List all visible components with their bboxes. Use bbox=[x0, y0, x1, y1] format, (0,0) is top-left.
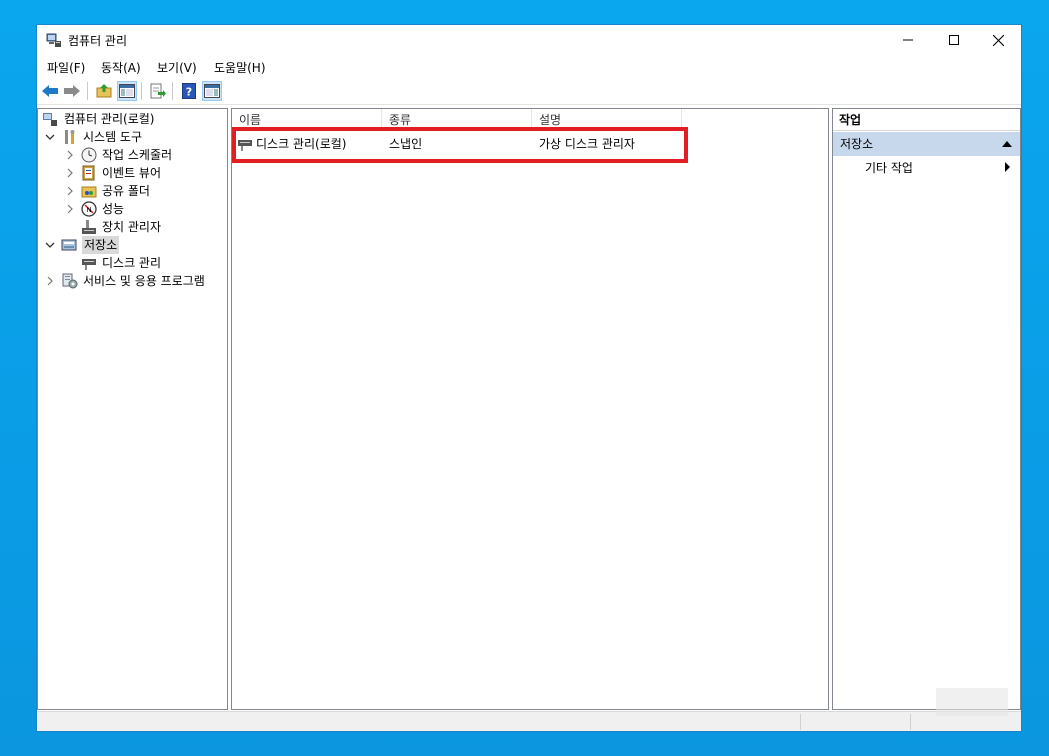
forward-arrow-icon bbox=[64, 85, 80, 97]
status-bar-divider bbox=[910, 714, 911, 730]
tree-item-device-manager[interactable]: 장치 관리자 bbox=[38, 218, 227, 236]
shared-folder-icon bbox=[81, 186, 97, 198]
toolbar-separator bbox=[87, 82, 88, 100]
export-list-icon bbox=[150, 83, 166, 99]
forward-button[interactable] bbox=[62, 81, 82, 101]
services-applications-icon bbox=[62, 273, 78, 289]
red-highlight-annotation bbox=[232, 127, 688, 163]
chevron-right-icon[interactable] bbox=[45, 275, 55, 287]
help-button[interactable]: ? bbox=[179, 81, 199, 101]
action-pane: 작업 저장소 기타 작업 bbox=[832, 108, 1021, 710]
column-header-type[interactable]: 종류 bbox=[382, 109, 532, 128]
action-section-label: 저장소 bbox=[840, 137, 874, 151]
tree-label: 작업 스케줄러 bbox=[102, 148, 173, 162]
tree-item-shared-folders[interactable]: 공유 폴더 bbox=[38, 182, 227, 200]
tree-label: 시스템 도구 bbox=[83, 130, 143, 144]
action-more-actions[interactable]: 기타 작업 bbox=[865, 159, 913, 176]
device-manager-icon bbox=[82, 220, 96, 234]
svg-text:N: N bbox=[86, 206, 91, 214]
tree-item-storage[interactable]: 저장소 bbox=[38, 236, 227, 254]
tree-item-performance[interactable]: N 성능 bbox=[38, 200, 227, 218]
console-tree-pane: 컴퓨터 관리(로컬) 시스템 도구 작업 스케줄러 이벤트 뷰어 공유 폴더 N… bbox=[37, 108, 228, 710]
submenu-arrow-icon[interactable] bbox=[1005, 162, 1010, 172]
window-title: 컴퓨터 관리 bbox=[68, 34, 128, 48]
up-folder-icon bbox=[96, 84, 112, 98]
tree-item-disk-management[interactable]: 디스크 관리 bbox=[38, 254, 227, 272]
close-button[interactable] bbox=[975, 25, 1021, 55]
event-viewer-icon bbox=[82, 165, 95, 181]
chevron-down-icon[interactable] bbox=[45, 131, 55, 143]
column-header-description[interactable]: 설명 bbox=[532, 109, 682, 128]
storage-icon bbox=[61, 239, 77, 251]
collapse-arrow-icon[interactable] bbox=[1002, 141, 1012, 147]
computer-management-icon bbox=[43, 113, 57, 126]
tree-label: 디스크 관리 bbox=[102, 256, 162, 270]
tree-label: 이벤트 뷰어 bbox=[102, 166, 162, 180]
show-action-pane-icon bbox=[204, 84, 220, 98]
toolbar: ? bbox=[37, 77, 1021, 105]
title-bar[interactable]: 컴퓨터 관리 bbox=[37, 25, 1021, 55]
help-icon: ? bbox=[182, 83, 196, 99]
minimize-button[interactable] bbox=[885, 25, 931, 55]
export-list-button[interactable] bbox=[148, 81, 168, 101]
show-hide-console-tree-button[interactable] bbox=[117, 81, 137, 101]
tree-label: 컴퓨터 관리(로컬) bbox=[64, 112, 155, 126]
toolbar-separator bbox=[172, 82, 173, 100]
chevron-right-icon[interactable] bbox=[65, 149, 75, 161]
tree-label: 서비스 및 응용 프로그램 bbox=[83, 274, 205, 288]
toolbar-separator bbox=[141, 82, 142, 100]
tree-label: 공유 폴더 bbox=[102, 184, 150, 198]
tree-item-computer-management[interactable]: 컴퓨터 관리(로컬) bbox=[38, 110, 227, 128]
status-bar bbox=[37, 711, 1021, 731]
action-pane-header: 작업 bbox=[833, 109, 1020, 131]
computer-management-window: 컴퓨터 관리 파일(F) 동작(A) 보기(V) 도움말(H) ? 컴퓨터 관리… bbox=[36, 24, 1022, 732]
maximize-button[interactable] bbox=[931, 25, 977, 55]
svg-text:?: ? bbox=[186, 86, 192, 99]
back-button[interactable] bbox=[40, 81, 60, 101]
chevron-right-icon[interactable] bbox=[65, 167, 75, 179]
performance-icon: N bbox=[81, 201, 97, 217]
menu-bar: 파일(F) 동작(A) 보기(V) 도움말(H) bbox=[37, 55, 1021, 77]
computer-management-icon bbox=[46, 33, 61, 47]
clock-icon bbox=[81, 147, 97, 163]
show-console-tree-icon bbox=[119, 84, 135, 98]
back-arrow-icon bbox=[42, 85, 58, 97]
tree-item-event-viewer[interactable]: 이벤트 뷰어 bbox=[38, 164, 227, 182]
tree-item-services-applications[interactable]: 서비스 및 응용 프로그램 bbox=[38, 272, 227, 290]
chevron-right-icon[interactable] bbox=[65, 185, 75, 197]
status-bar-divider bbox=[800, 714, 801, 730]
minimize-icon bbox=[903, 39, 913, 41]
action-section-storage[interactable]: 저장소 bbox=[833, 132, 1020, 156]
watermark bbox=[936, 688, 1008, 716]
result-list-pane: 이름 종류 설명 디스크 관리(로컬) 스냅인 가상 디스크 관리자 bbox=[231, 108, 829, 710]
menu-help[interactable]: 도움말(H) bbox=[214, 59, 266, 76]
system-tools-icon bbox=[65, 130, 75, 144]
tree-label: 저장소 bbox=[82, 236, 120, 254]
chevron-right-icon[interactable] bbox=[65, 203, 75, 215]
menu-file[interactable]: 파일(F) bbox=[47, 59, 85, 76]
tree-label: 장치 관리자 bbox=[102, 220, 162, 234]
close-icon bbox=[992, 34, 1004, 46]
tree-label: 성능 bbox=[102, 202, 125, 216]
up-one-level-button[interactable] bbox=[94, 81, 114, 101]
disk-management-icon bbox=[82, 259, 96, 270]
menu-view[interactable]: 보기(V) bbox=[157, 59, 197, 76]
show-hide-action-pane-button[interactable] bbox=[202, 81, 222, 101]
list-header: 이름 종류 설명 bbox=[232, 109, 828, 128]
tree-item-system-tools[interactable]: 시스템 도구 bbox=[38, 128, 227, 146]
menu-action[interactable]: 동작(A) bbox=[101, 59, 141, 76]
column-header-name[interactable]: 이름 bbox=[232, 109, 382, 128]
tree-item-task-scheduler[interactable]: 작업 스케줄러 bbox=[38, 146, 227, 164]
maximize-icon bbox=[949, 35, 959, 45]
chevron-down-icon[interactable] bbox=[45, 239, 55, 251]
